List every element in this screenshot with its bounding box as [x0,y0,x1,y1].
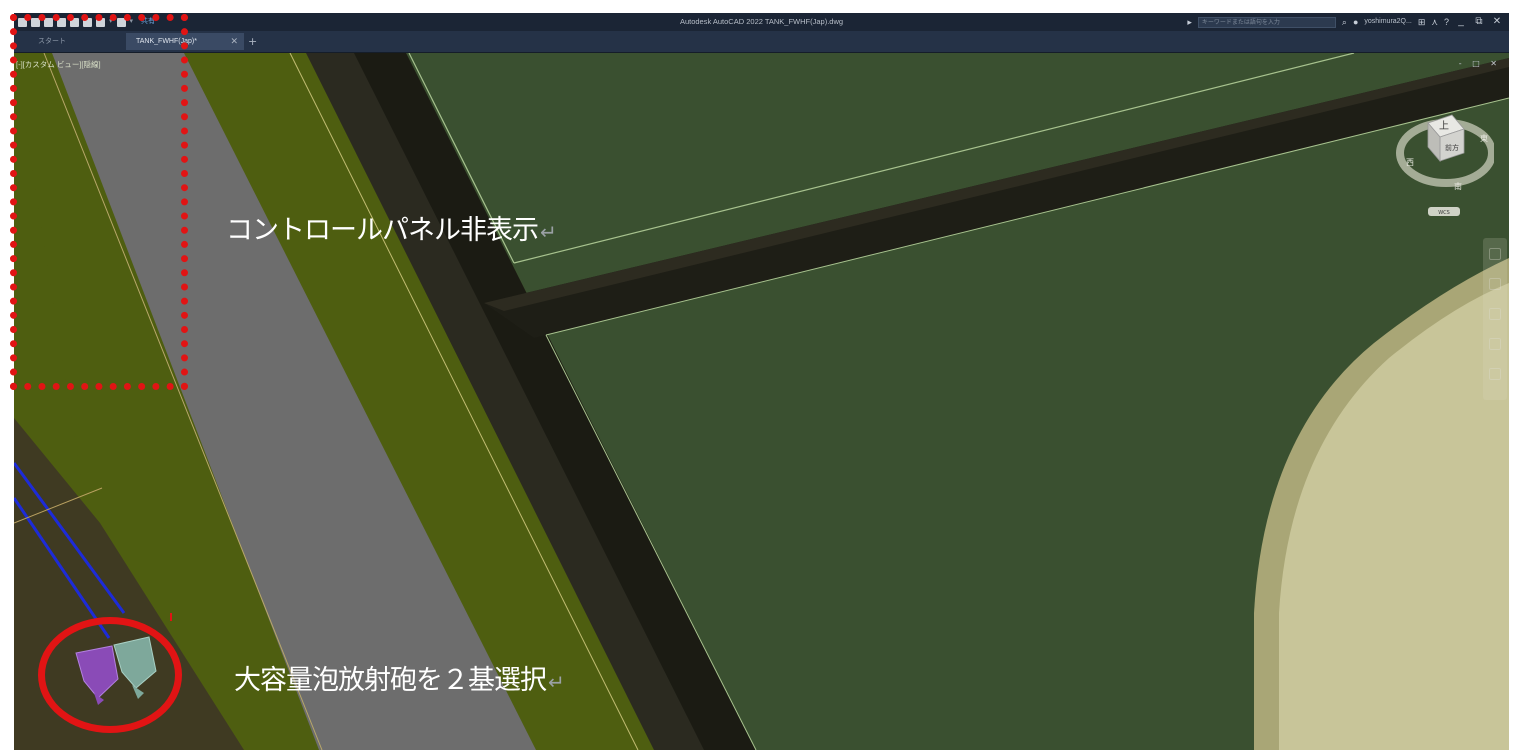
return-mark: ↵ [548,670,565,694]
annotation-text: 大容量泡放射砲を２基選択 [234,665,547,696]
minimize-button[interactable]: _ [1455,13,1467,31]
showmotion-icon[interactable] [1489,368,1501,380]
viewcube-top-label: 上 [1439,120,1449,132]
control-panel-highlight [10,14,188,390]
orbit-icon[interactable] [1489,338,1501,350]
3d-model-scene[interactable] [14,53,1509,750]
chevron-right-icon[interactable]: ▸ [1187,13,1192,31]
search-icon[interactable]: ⌕ [1342,13,1347,31]
user-name[interactable]: yoshimura2Q... [1364,13,1411,31]
annotation-hide-control-panel: コントロールパネル非表示 ↵ [226,208,557,247]
new-tab-button[interactable]: + [248,33,257,50]
viewcube-icon[interactable]: 上 前方 西 南 東 WCS [1394,105,1494,225]
user-icon[interactable]: ● [1353,13,1358,31]
title-bar: ▾ ▾ 共有 Autodesk AutoCAD 2022 TANK_FWHF(J… [14,13,1509,31]
steering-wheel-icon[interactable] [1489,248,1501,260]
autocad-window: ▾ ▾ 共有 Autodesk AutoCAD 2022 TANK_FWHF(J… [14,13,1509,750]
wcs-label: WCS [1438,210,1450,216]
titlebar-right: ▸ キーワードまたは語句を入力 ⌕ ● yoshimura2Q... ⊞ ⋏ ?… [1187,13,1503,31]
return-mark: ↵ [540,220,557,244]
close-icon[interactable]: ✕ [230,33,238,50]
search-input[interactable]: キーワードまたは語句を入力 [1197,16,1336,28]
annotation-text: コントロールパネル非表示 [226,215,539,246]
close-button[interactable]: ✕ [1491,13,1503,31]
viewport-controls[interactable]: - □ ✕ [1459,59,1501,68]
zoom-icon[interactable] [1489,308,1501,320]
autodesk-icon[interactable]: ⋏ [1431,13,1438,31]
cart-icon[interactable]: ⊞ [1418,13,1426,31]
viewcube-south-label: 南 [1454,181,1462,191]
viewcube-east-label: 東 [1480,133,1488,143]
viewcube-west-label: 西 [1406,158,1414,167]
annotation-select-cannons: 大容量泡放射砲を２基選択 ↵ [234,658,565,697]
pan-icon[interactable] [1489,278,1501,290]
viewcube-front-label: 前方 [1445,143,1459,152]
restore-button[interactable]: ⧉ [1473,13,1485,31]
navigation-bar-icon[interactable] [1483,238,1507,400]
help-icon[interactable]: ? [1444,13,1449,31]
drawing-viewport[interactable]: [-][カスタム ビュー][隠線] - □ ✕ 上 前方 西 南 東 WCS [14,53,1509,750]
cannon-selection-highlight [38,617,182,733]
file-tab-bar: スタート TANK_FWHF(Jap)* ✕ + [14,31,1509,53]
